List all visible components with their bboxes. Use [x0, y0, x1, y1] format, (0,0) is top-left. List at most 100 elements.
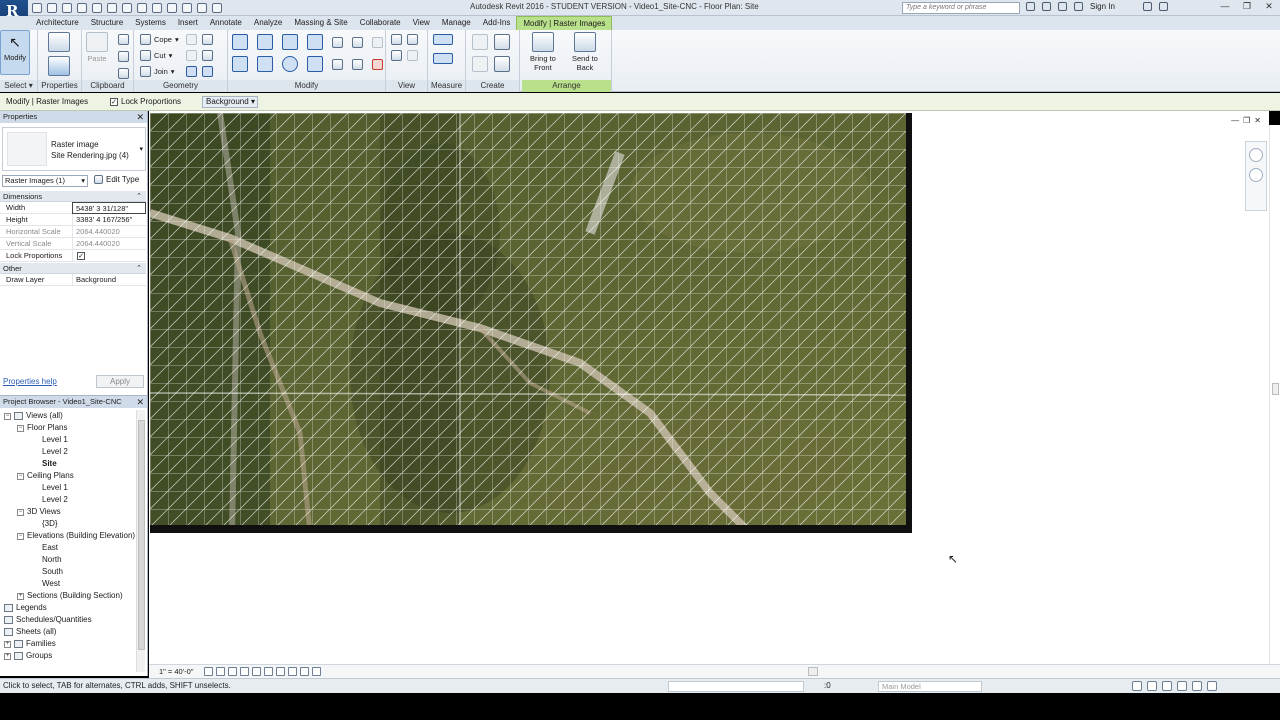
select-panel-label[interactable]: Select ▾	[0, 80, 37, 92]
hide-in-view-icon[interactable]	[391, 34, 402, 45]
zoom-icon[interactable]	[1249, 168, 1263, 182]
sign-in-button[interactable]: Sign In	[1090, 2, 1115, 11]
close-icon[interactable]: ✕	[1254, 116, 1261, 125]
switch-windows-icon[interactable]	[212, 3, 222, 13]
tree-node[interactable]: −3D Views	[17, 506, 61, 518]
tab-collaborate[interactable]: Collaborate	[354, 16, 407, 30]
join-button[interactable]: Join ▾	[140, 66, 175, 77]
offset-icon[interactable]	[257, 34, 273, 50]
tab-structure[interactable]: Structure	[85, 16, 129, 30]
save-icon[interactable]	[47, 3, 57, 13]
cut-geometry-button[interactable]: Cut ▾	[140, 50, 172, 61]
exchange-apps-icon[interactable]	[1142, 2, 1152, 11]
cut-icon[interactable]	[118, 34, 129, 45]
lock-proportions-prop-checkbox[interactable]: ✓	[77, 252, 85, 260]
tree-node[interactable]: − Floor Plans	[17, 422, 67, 434]
tree-node[interactable]: − Elevations (Building Elevation)	[17, 530, 135, 542]
lock-proportions-checkbox[interactable]: ✓	[110, 97, 118, 106]
split-icon[interactable]	[332, 36, 343, 48]
select-underlay-icon[interactable]	[1147, 681, 1157, 691]
text-icon[interactable]	[152, 3, 162, 13]
tree-node[interactable]: Level 1	[30, 482, 68, 494]
type-properties-button[interactable]	[48, 32, 70, 54]
restore-icon[interactable]: ❐	[1236, 0, 1258, 14]
tab-insert[interactable]: Insert	[172, 16, 204, 30]
delete-icon[interactable]	[372, 58, 383, 70]
tree-scrollbar[interactable]	[136, 410, 145, 672]
tree-node[interactable]: Level 1	[30, 434, 68, 446]
modify-button[interactable]: ↖ Modify	[0, 30, 30, 75]
scrollbar-thumb[interactable]	[138, 420, 145, 650]
scrollbar-thumb[interactable]	[808, 667, 818, 676]
open-icon[interactable]	[32, 3, 42, 13]
sync-icon[interactable]	[62, 3, 72, 13]
tab-massing-site[interactable]: Massing & Site	[288, 16, 353, 30]
collapse-icon[interactable]: −	[4, 412, 11, 420]
tree-node[interactable]: + Groups	[4, 650, 52, 662]
create-group-icon[interactable]	[472, 56, 488, 72]
analytical-model-icon[interactable]	[312, 667, 321, 676]
lock-proportions-option[interactable]: ✓ Lock Proportions	[110, 97, 181, 106]
wall-join-icon[interactable]	[202, 66, 213, 77]
section-dimensions[interactable]: Dimensions ⌃	[0, 191, 146, 202]
tree-node[interactable]: − Views (all)	[4, 410, 63, 422]
copy-element-icon[interactable]	[257, 56, 273, 72]
scale-icon[interactable]	[332, 58, 343, 70]
create-assembly-icon[interactable]	[472, 34, 488, 50]
collapse-icon[interactable]: −	[17, 472, 24, 480]
measure-between-icon[interactable]	[433, 34, 453, 45]
raster-image-site-rendering[interactable]	[150, 113, 912, 533]
tree-node[interactable]: Sheets (all)	[4, 626, 56, 638]
scrollbar-thumb[interactable]	[1272, 383, 1279, 395]
star-icon[interactable]	[1058, 2, 1067, 11]
pin-icon[interactable]	[372, 36, 383, 48]
bring-to-front-button[interactable]: Bring to Front	[530, 32, 556, 72]
dimension-icon[interactable]	[137, 3, 147, 13]
type-selector[interactable]: Raster image Site Rendering.jpg (4) ▾	[2, 127, 146, 171]
properties-help-link[interactable]: Properties help	[3, 377, 57, 386]
apply-button[interactable]: Apply	[96, 375, 144, 388]
cope-button[interactable]: Cope ▾	[140, 34, 179, 45]
select-box-icon[interactable]	[407, 50, 418, 61]
reveal-hidden-icon[interactable]	[288, 667, 297, 676]
tree-node[interactable]: Site	[30, 458, 57, 470]
tab-add-ins[interactable]: Add-Ins	[477, 16, 517, 30]
crop-view-icon[interactable]	[252, 667, 261, 676]
close-icon[interactable]: ✕	[136, 396, 144, 408]
select-pinned-icon[interactable]	[1162, 681, 1172, 691]
canvas-vertical-scrollbar[interactable]	[1269, 125, 1280, 665]
tree-node[interactable]: + Sections (Building Section)	[17, 590, 123, 602]
temporary-hide-icon[interactable]	[276, 667, 285, 676]
drawing-canvas[interactable]: — ❐ ✕ ↖	[149, 111, 1269, 664]
instance-properties-button[interactable]	[48, 56, 70, 78]
minimize-icon[interactable]: —	[1214, 0, 1236, 14]
width-field[interactable]: 5438' 3 31/128"	[72, 202, 146, 214]
shadows-icon[interactable]	[240, 667, 249, 676]
design-option-select[interactable]: Main Model	[878, 681, 982, 692]
edit-type-button[interactable]: Edit Type	[94, 175, 139, 184]
workset-select[interactable]	[668, 681, 804, 692]
expand-icon[interactable]: +	[4, 652, 11, 660]
draw-layer-select[interactable]: Background ▾	[202, 96, 258, 108]
demolish-icon[interactable]	[186, 66, 197, 77]
align-icon[interactable]	[232, 34, 248, 50]
canvas-horizontal-scrollbar[interactable]	[364, 667, 1254, 676]
override-graphics-icon[interactable]	[407, 34, 418, 45]
tab-annotate[interactable]: Annotate	[204, 16, 248, 30]
unpin-icon[interactable]	[352, 58, 363, 70]
section-other[interactable]: Other ⌃	[0, 263, 146, 274]
print-icon[interactable]	[107, 3, 117, 13]
view-scale[interactable]: 1" = 40'-0"	[159, 667, 194, 676]
restore-icon[interactable]: ❐	[1243, 116, 1250, 125]
section-icon[interactable]	[182, 3, 192, 13]
visual-style-icon[interactable]	[216, 667, 225, 676]
expand-icon[interactable]: +	[17, 592, 24, 600]
tree-node[interactable]: Level 2	[30, 494, 68, 506]
linework-icon[interactable]	[391, 50, 402, 61]
create-parts-icon[interactable]	[494, 34, 510, 50]
measure-icon[interactable]	[122, 3, 132, 13]
height-field[interactable]: 3383' 4 167/256"	[72, 214, 146, 226]
tab-architecture[interactable]: Architecture	[30, 16, 85, 30]
3d-view-icon[interactable]	[167, 3, 177, 13]
tree-node[interactable]: North	[30, 554, 62, 566]
